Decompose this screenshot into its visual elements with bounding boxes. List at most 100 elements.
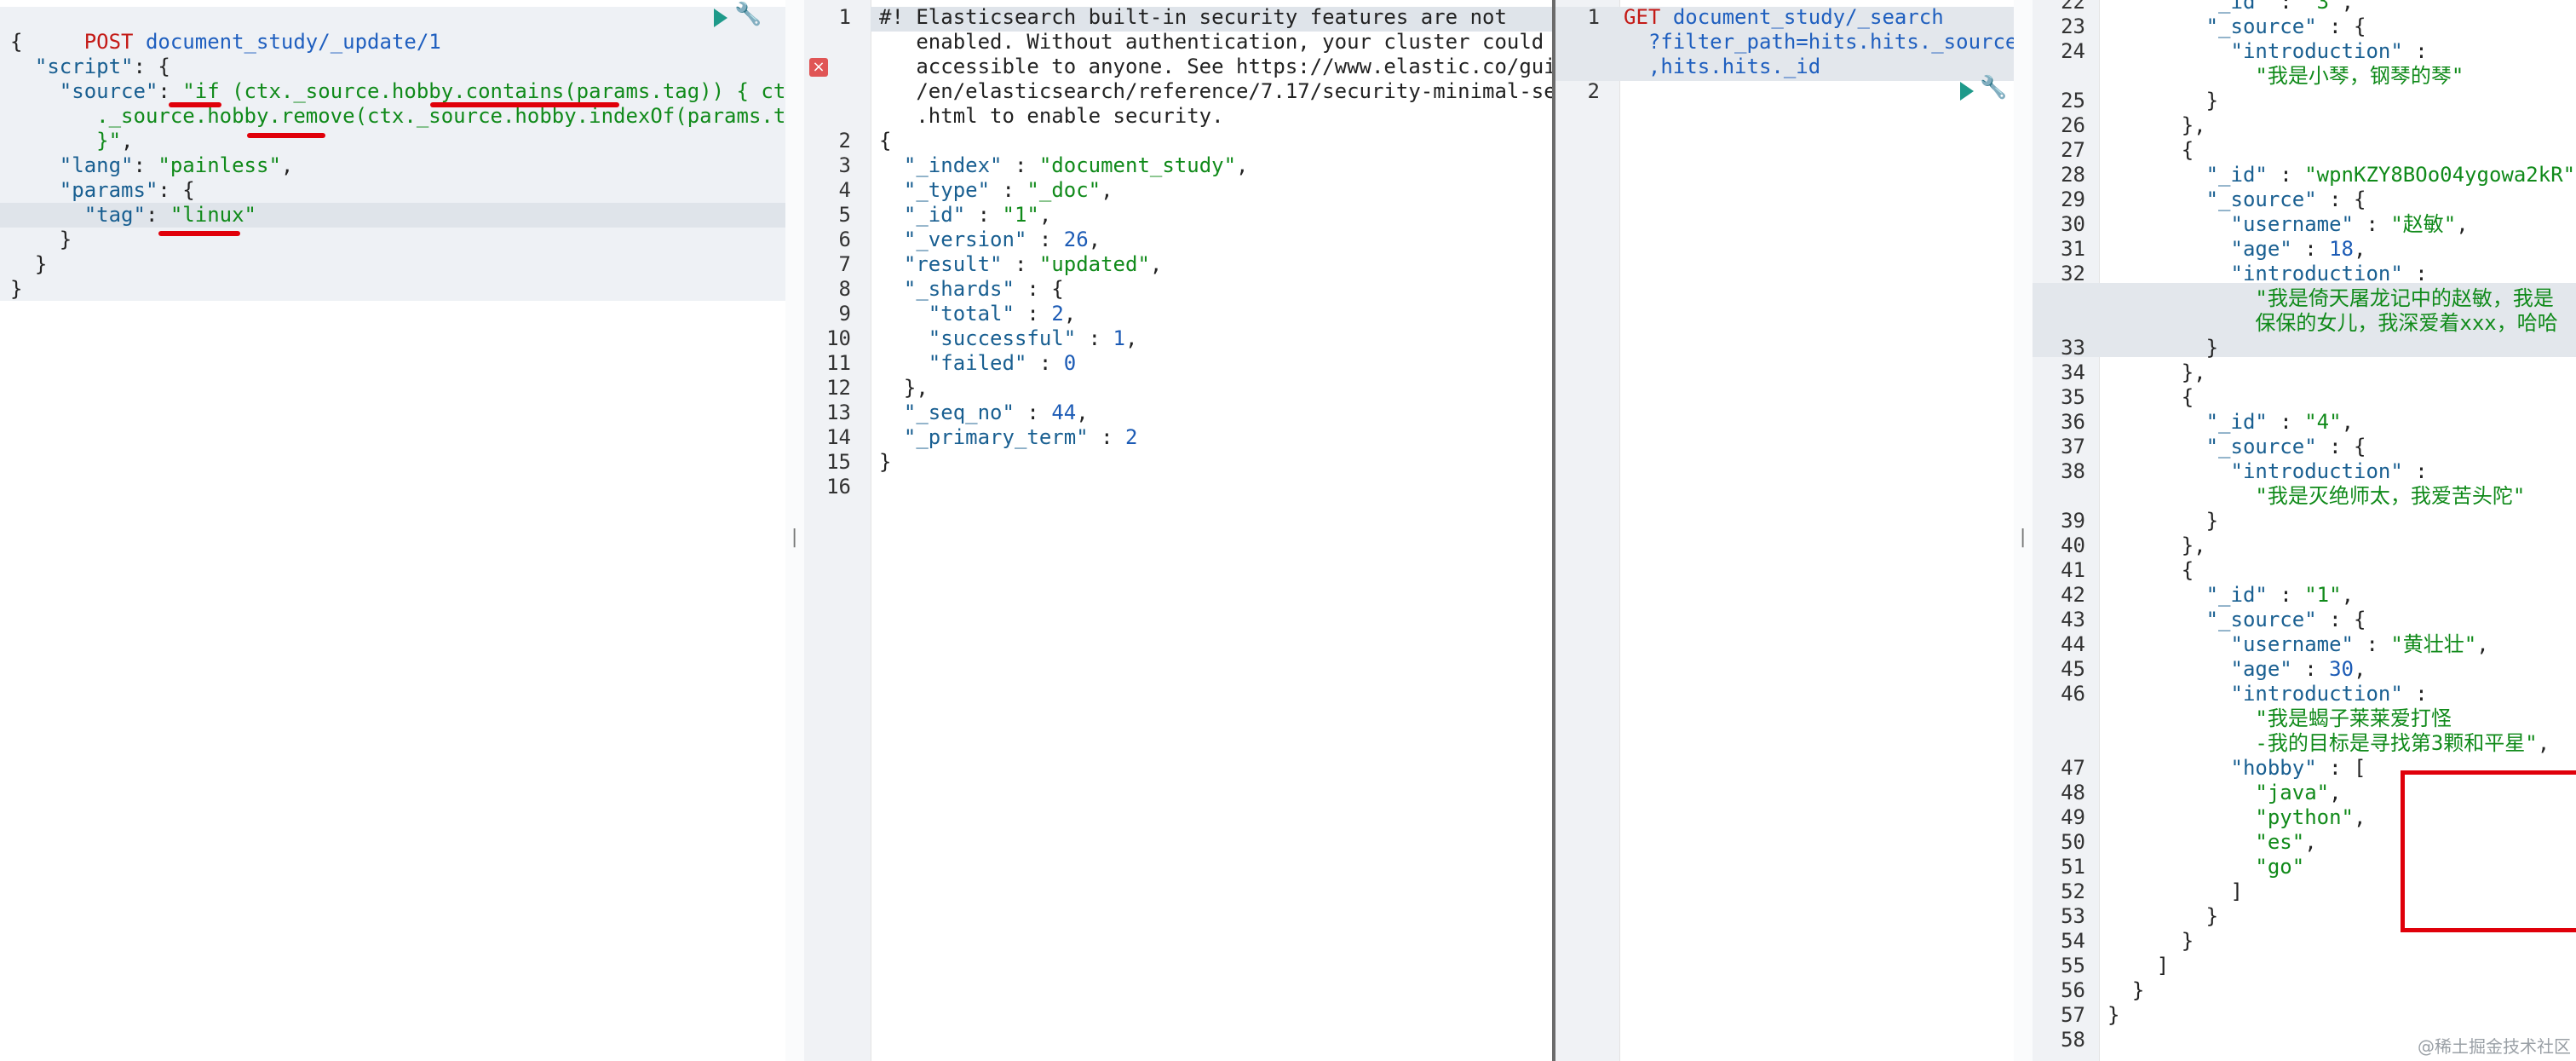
code-token: "total" [928,302,1015,326]
line-number: 28 [2061,163,2085,187]
code-token: "_doc" [1026,178,1101,202]
code-line: #! Elasticsearch built-in security featu… [879,5,1507,30]
code-token: "result" [903,252,1003,276]
wrench-icon[interactable]: 🔧 [734,2,762,27]
line-number: 52 [2061,879,2085,903]
line-number: 34 [2061,360,2085,384]
code-token: } [2107,336,2219,360]
error-icon[interactable]: × [809,58,828,77]
line-number: 3 [838,153,851,177]
code-token: : [2402,39,2428,63]
line-number: 41 [2061,558,2085,582]
code-token: : [1002,153,1039,177]
code-token: : [2267,163,2305,187]
code-token: ?filter_path=hits.hits._source [1624,30,2018,54]
code-line: "java", [2107,781,2341,805]
code-line: } [10,277,22,302]
code-token: "introduction" [2230,682,2403,706]
line-number: 8 [838,277,851,301]
code-line: "total" : 2, [879,302,1076,326]
code-line: ,hits.hits._id [1624,55,1820,79]
code-token: "4" [2304,410,2342,434]
code-token: "_source" [2205,608,2317,631]
wrench-icon[interactable]: 🔧 [1980,75,2007,101]
code-line: } [10,228,72,252]
pane-resize-handle[interactable]: || [2014,0,2040,1061]
code-token: , [2537,731,2550,755]
play-icon[interactable] [714,9,727,27]
code-token: "wpnKZY8BOo04ygowa2kR" [2304,163,2576,187]
request-path: document_study/_update/1 [145,30,441,54]
code-token: , [2476,632,2489,656]
code-line: 保保的女儿，我深爱着xxx，哈哈 [2107,311,2557,336]
code-token: { [2107,138,2194,162]
code-line: "lang": "painless", [10,153,294,178]
code-token: "params" [59,178,158,202]
code-line: "username" : "赵敏", [2107,212,2469,237]
code-token: : { [2316,14,2366,38]
code-token: : { [2316,435,2366,458]
watermark: @稀土掘金技术社区 [2418,1036,2571,1057]
line-number: 40 [2061,533,2085,557]
code-token: : [2354,212,2391,236]
code-token: "successful" [928,326,1077,350]
code-line: "_version" : 26, [879,228,1101,252]
annotation-underline-if [169,102,221,107]
code-line: "_shards" : { [879,277,1064,302]
code-line: "_source" : { [2107,14,2366,39]
code-token: } [2107,929,2194,953]
line-number: 31 [2061,237,2085,261]
code-token: "_id" [2205,583,2268,607]
code-token: : [2267,0,2305,14]
code-line: accessible to anyone. See https://www.el… [879,55,1552,79]
left-request-editor[interactable]: POST document_study/_update/1 { "script"… [0,0,835,1061]
code-token: , [2354,657,2366,681]
code-token: } [10,228,72,251]
code-token: 30 [2329,657,2355,681]
line-number: 12 [826,376,851,400]
code-line: } [2107,89,2218,113]
code-line: "_id" : "4", [2107,410,2354,435]
code-token: , [2341,583,2355,607]
code-line: "_id" : "1", [2107,583,2354,608]
code-token: , [1088,228,1101,251]
code-line: "params": { [10,178,195,203]
code-line: { [2107,385,2194,410]
line-number: 4 [838,178,851,202]
code-token: "introduction" [2230,459,2403,483]
code-line: "introduction" : [2107,459,2428,484]
code-token: "我是蝎子莱莱爱打怪 [2107,706,2452,730]
line-number: 11 [826,351,851,375]
code-token: , [1076,401,1089,424]
code-line: "_index" : "document_study", [879,153,1249,178]
code-token: "document_study" [1038,153,1237,177]
code-line: "script": { [10,55,170,79]
line-number: 24 [2061,39,2085,63]
code-line: ?filter_path=hits.hits._source [1624,30,2017,55]
code-token: "java" [2255,781,2330,804]
code-token: "_source" [2205,14,2317,38]
line-number: 38 [2061,459,2085,483]
pane-resize-handle[interactable]: || [785,0,812,1061]
line-number: 1 [1587,5,1600,29]
play-icon[interactable] [1960,82,1974,101]
code-token: #! Elasticsearch built-in security featu… [879,5,1507,29]
right-request-editor[interactable]: 1 GET document_study/_search ?filter_path… [1555,0,2017,1061]
code-token: : [2267,410,2305,434]
line-number: 43 [2061,608,2085,631]
code-token: }, [2107,533,2206,557]
code-token: , [2304,830,2317,854]
code-line: "_source" : { [2107,608,2366,632]
line-number: 1 [838,5,851,29]
code-line: GET document_study/_search [1624,5,1944,30]
